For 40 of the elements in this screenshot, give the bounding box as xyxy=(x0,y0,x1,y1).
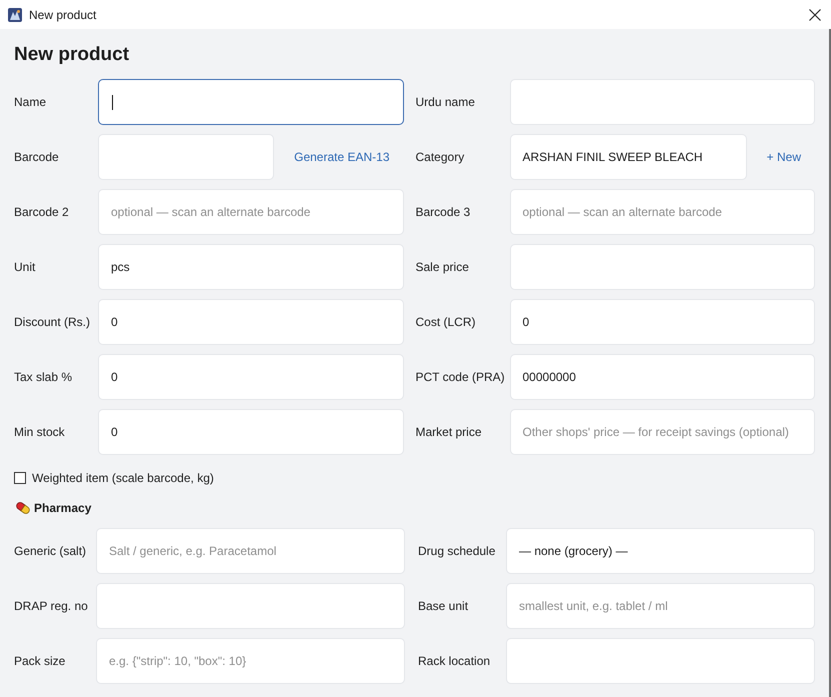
action-link[interactable]: + New xyxy=(766,150,801,164)
input-field[interactable]: — none (grocery) — xyxy=(506,528,815,574)
field-label: Rack location xyxy=(418,654,490,668)
checkbox-label: Weighted item (scale barcode, kg) xyxy=(32,471,214,485)
input-field[interactable]: 00000000 xyxy=(510,354,815,400)
input-field[interactable]: pcs xyxy=(98,244,404,290)
field-label: Market price xyxy=(416,425,482,439)
field-label: Min stock xyxy=(14,425,65,439)
action-link[interactable]: Generate EAN-13 xyxy=(294,150,390,164)
input-field[interactable]: 0 xyxy=(510,299,815,345)
field-label: Pack size xyxy=(14,654,66,668)
field-label: Barcode 3 xyxy=(416,205,470,219)
field-label: Cost (LCR) xyxy=(416,315,476,329)
field-label: PCT code (PRA) xyxy=(416,370,505,384)
field-label: Barcode 2 xyxy=(14,205,69,219)
window-title: New product xyxy=(29,8,96,22)
checkbox[interactable] xyxy=(14,472,26,484)
input-field[interactable]: 0 xyxy=(98,354,404,400)
field-label: Name xyxy=(14,95,46,109)
field-label: Unit xyxy=(14,260,36,274)
field-label: Discount (Rs.) xyxy=(14,315,90,329)
text-cursor-icon xyxy=(112,94,113,110)
field-label: Drug schedule xyxy=(418,544,496,558)
field-label: Generic (salt) xyxy=(14,544,86,558)
field-label: Urdu name xyxy=(416,95,475,109)
field-label: Category xyxy=(416,150,464,164)
input-field[interactable]: 0 xyxy=(98,409,404,455)
field-label: Tax slab % xyxy=(14,370,72,384)
input-field[interactable]: 0 xyxy=(98,299,404,345)
field-label: Sale price xyxy=(416,260,469,274)
field-label: Barcode xyxy=(14,150,59,164)
field-label: DRAP reg. no xyxy=(14,599,88,613)
close-icon[interactable] xyxy=(809,8,821,20)
app-icon xyxy=(8,8,22,22)
input-field[interactable]: ARSHAN FINIL SWEEP BLEACH xyxy=(510,134,747,180)
input-field[interactable] xyxy=(98,79,404,125)
pill-icon xyxy=(15,501,31,515)
dialog-heading: New product xyxy=(14,43,130,67)
field-label: Base unit xyxy=(418,599,468,613)
section-title: Pharmacy xyxy=(34,501,92,515)
